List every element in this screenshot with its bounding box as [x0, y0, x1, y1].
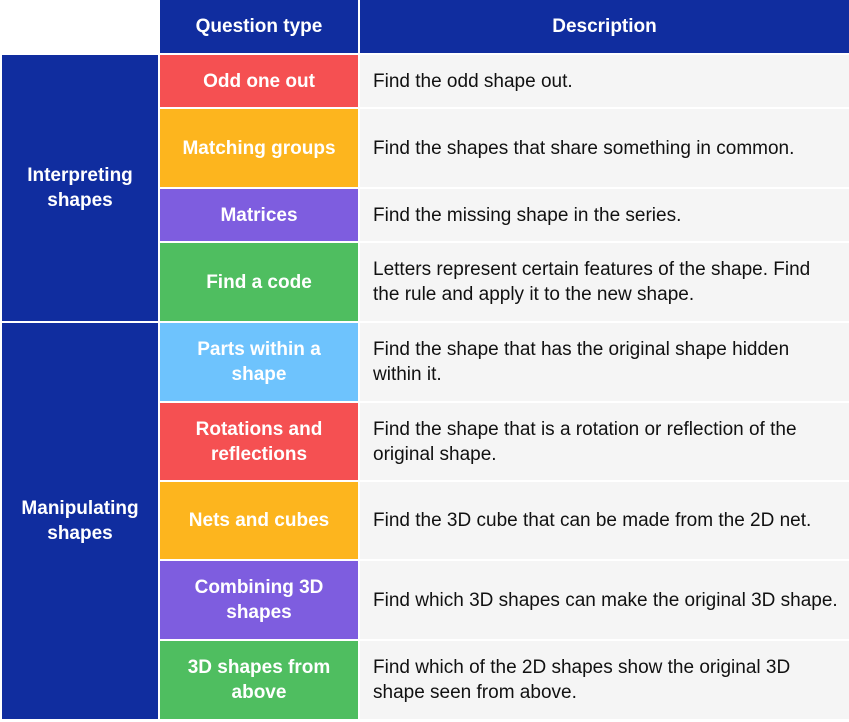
description-cell: Find the shape that has the original sha… — [360, 323, 849, 401]
question-type-cell: Parts within a shape — [160, 323, 358, 401]
question-types-table: Question type Description Interpreting s… — [0, 0, 849, 721]
description-cell: Find the shape that is a rotation or ref… — [360, 403, 849, 480]
table-row: Manipulating shapes Parts within a shape… — [2, 323, 849, 719]
category-label: Manipulating shapes — [21, 498, 139, 544]
header-blank-cell — [2, 0, 158, 53]
header-description: Description — [360, 0, 849, 53]
question-type-cell: 3D shapes from above — [160, 641, 358, 719]
description-cell: Find the shapes that share something in … — [360, 109, 849, 187]
description-cell: Find the odd shape out. — [360, 55, 849, 107]
question-type-cell: Matching groups — [160, 109, 358, 187]
description-cell: Find which 3D shapes can make the origin… — [360, 561, 849, 639]
question-type-cell: Rotations and reflections — [160, 403, 358, 480]
table-row: Interpreting shapes Odd one out Find the… — [2, 55, 849, 321]
category-manipulating-shapes: Manipulating shapes — [2, 323, 158, 719]
question-type-cell: Nets and cubes — [160, 482, 358, 559]
header-question-type: Question type — [160, 0, 358, 53]
question-type-cell: Matrices — [160, 189, 358, 241]
category-interpreting-shapes: Interpreting shapes — [2, 55, 158, 321]
description-cell: Find which of the 2D shapes show the ori… — [360, 641, 849, 719]
header-row: Question type Description — [2, 0, 849, 53]
description-cell: Find the missing shape in the series. — [360, 189, 849, 241]
question-type-cell: Odd one out — [160, 55, 358, 107]
question-type-cell: Find a code — [160, 243, 358, 321]
description-cell: Find the 3D cube that can be made from t… — [360, 482, 849, 559]
description-cell: Letters represent certain features of th… — [360, 243, 849, 321]
category-label: Interpreting shapes — [27, 165, 133, 211]
question-type-cell: Combining 3D shapes — [160, 561, 358, 639]
